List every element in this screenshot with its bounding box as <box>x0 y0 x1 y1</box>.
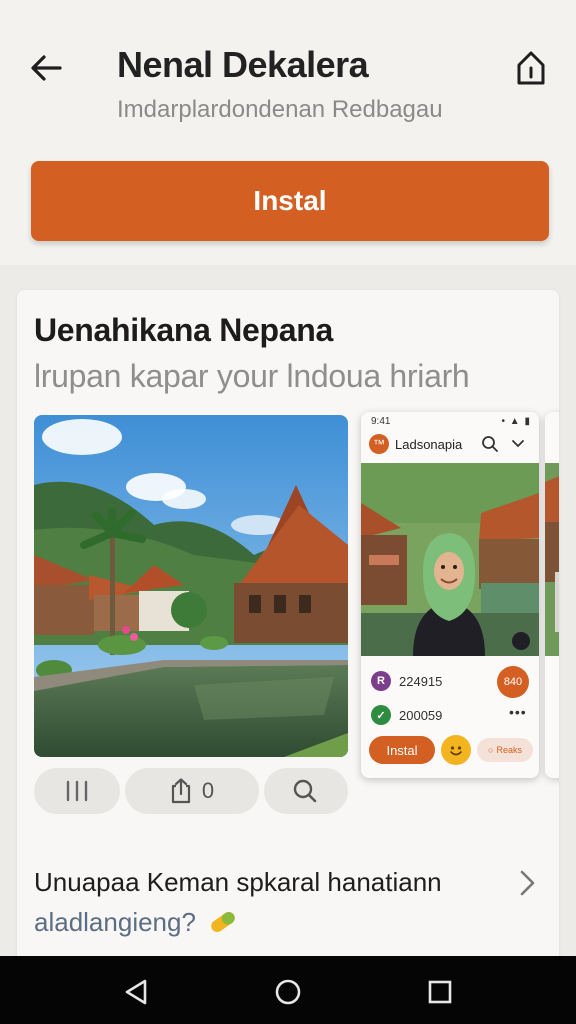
village-screenshot-image[interactable] <box>34 415 348 757</box>
woman-in-hijab-illustration <box>361 463 539 656</box>
status-time: 9:41 <box>371 416 391 427</box>
menu-bars-icon <box>66 780 88 802</box>
phone-app-name: Ladsonapia <box>395 437 463 452</box>
search-icon <box>482 436 498 452</box>
nav-recents-button[interactable] <box>422 974 458 1010</box>
village-illustration <box>34 415 348 757</box>
back-triangle-icon <box>125 979 147 1005</box>
preview-count-badge: 840 <box>497 666 529 698</box>
card-title: Uenahikana Nepana <box>34 312 334 348</box>
share-icon <box>171 778 190 804</box>
chevron-right-icon[interactable] <box>515 868 539 898</box>
faq-question-line2-wrap: aladlangieng? <box>34 902 534 942</box>
stat-purple-icon: R <box>371 671 391 691</box>
home-button[interactable] <box>508 44 554 92</box>
card-subtitle: lrupan kapar your lndoua hriarh <box>34 358 470 394</box>
phone-status-bar: 9:41 • ▲ ▮ <box>361 412 539 430</box>
preview-stat-row-1: R 224915 <box>371 670 442 692</box>
preview-stat-row-2: ✓ 200059 <box>371 704 442 726</box>
phone-screenshot-preview[interactable]: 9:41 • ▲ ▮ ™ Ladsonapia R 224915 ✓ 20005… <box>361 412 539 778</box>
status-icons: • ▲ ▮ <box>501 416 531 427</box>
share-button[interactable]: 0 <box>125 768 259 814</box>
preview-reactions-chip[interactable]: ○ Reaks <box>477 738 533 762</box>
house-icon <box>517 51 545 85</box>
nav-back-button[interactable] <box>118 974 154 1010</box>
app-header: Nenal Dekalera Imdarplardondenan Redbaga… <box>0 0 576 265</box>
stat-green-icon: ✓ <box>371 705 391 725</box>
install-button[interactable]: Instal <box>31 161 549 241</box>
faq-question-line1: Unuapaa Keman spkaral hanatiann <box>34 867 442 897</box>
app-subtitle: Imdarplardondenan Redbagau <box>117 96 443 123</box>
preview-stat-2: 200059 <box>399 707 443 723</box>
arrow-left-icon <box>31 55 62 81</box>
faq-question-line2: aladlangieng? <box>34 907 196 937</box>
app-detail-card: Uenahikana Nepana lrupan kapar your lndo… <box>17 290 559 970</box>
back-button[interactable] <box>22 44 70 92</box>
preview-person-image <box>361 463 539 656</box>
phone-app-bar: ™ Ladsonapia <box>361 430 539 460</box>
share-count: 0 <box>201 778 215 803</box>
preview-stat-1: 224915 <box>399 673 443 689</box>
app-title: Nenal Dekalera <box>117 44 369 85</box>
home-circle-icon <box>275 979 301 1005</box>
recents-square-icon <box>428 980 452 1004</box>
search-icon <box>293 779 317 803</box>
nav-home-button[interactable] <box>270 974 306 1010</box>
more-options-icon[interactable]: ••• <box>509 704 527 720</box>
next-screenshot-peek[interactable] <box>545 412 559 778</box>
pill-emoji-icon <box>211 911 235 933</box>
search-button[interactable] <box>264 768 348 814</box>
faq-question-link[interactable]: Unuapaa Keman spkaral hanatiann aladlang… <box>34 862 534 942</box>
preview-install-button[interactable]: Instal <box>369 736 435 764</box>
system-navigation-bar <box>0 956 576 1024</box>
next-screenshot-thumbnail <box>545 412 559 778</box>
chevron-down-icon <box>512 440 524 448</box>
preview-reactions-label: Reaks <box>496 745 522 755</box>
app-logo-icon: ™ <box>369 434 389 454</box>
reaction-icon: ○ <box>488 745 494 755</box>
smiley-emoji-icon <box>441 735 471 765</box>
menu-button[interactable] <box>34 768 120 814</box>
